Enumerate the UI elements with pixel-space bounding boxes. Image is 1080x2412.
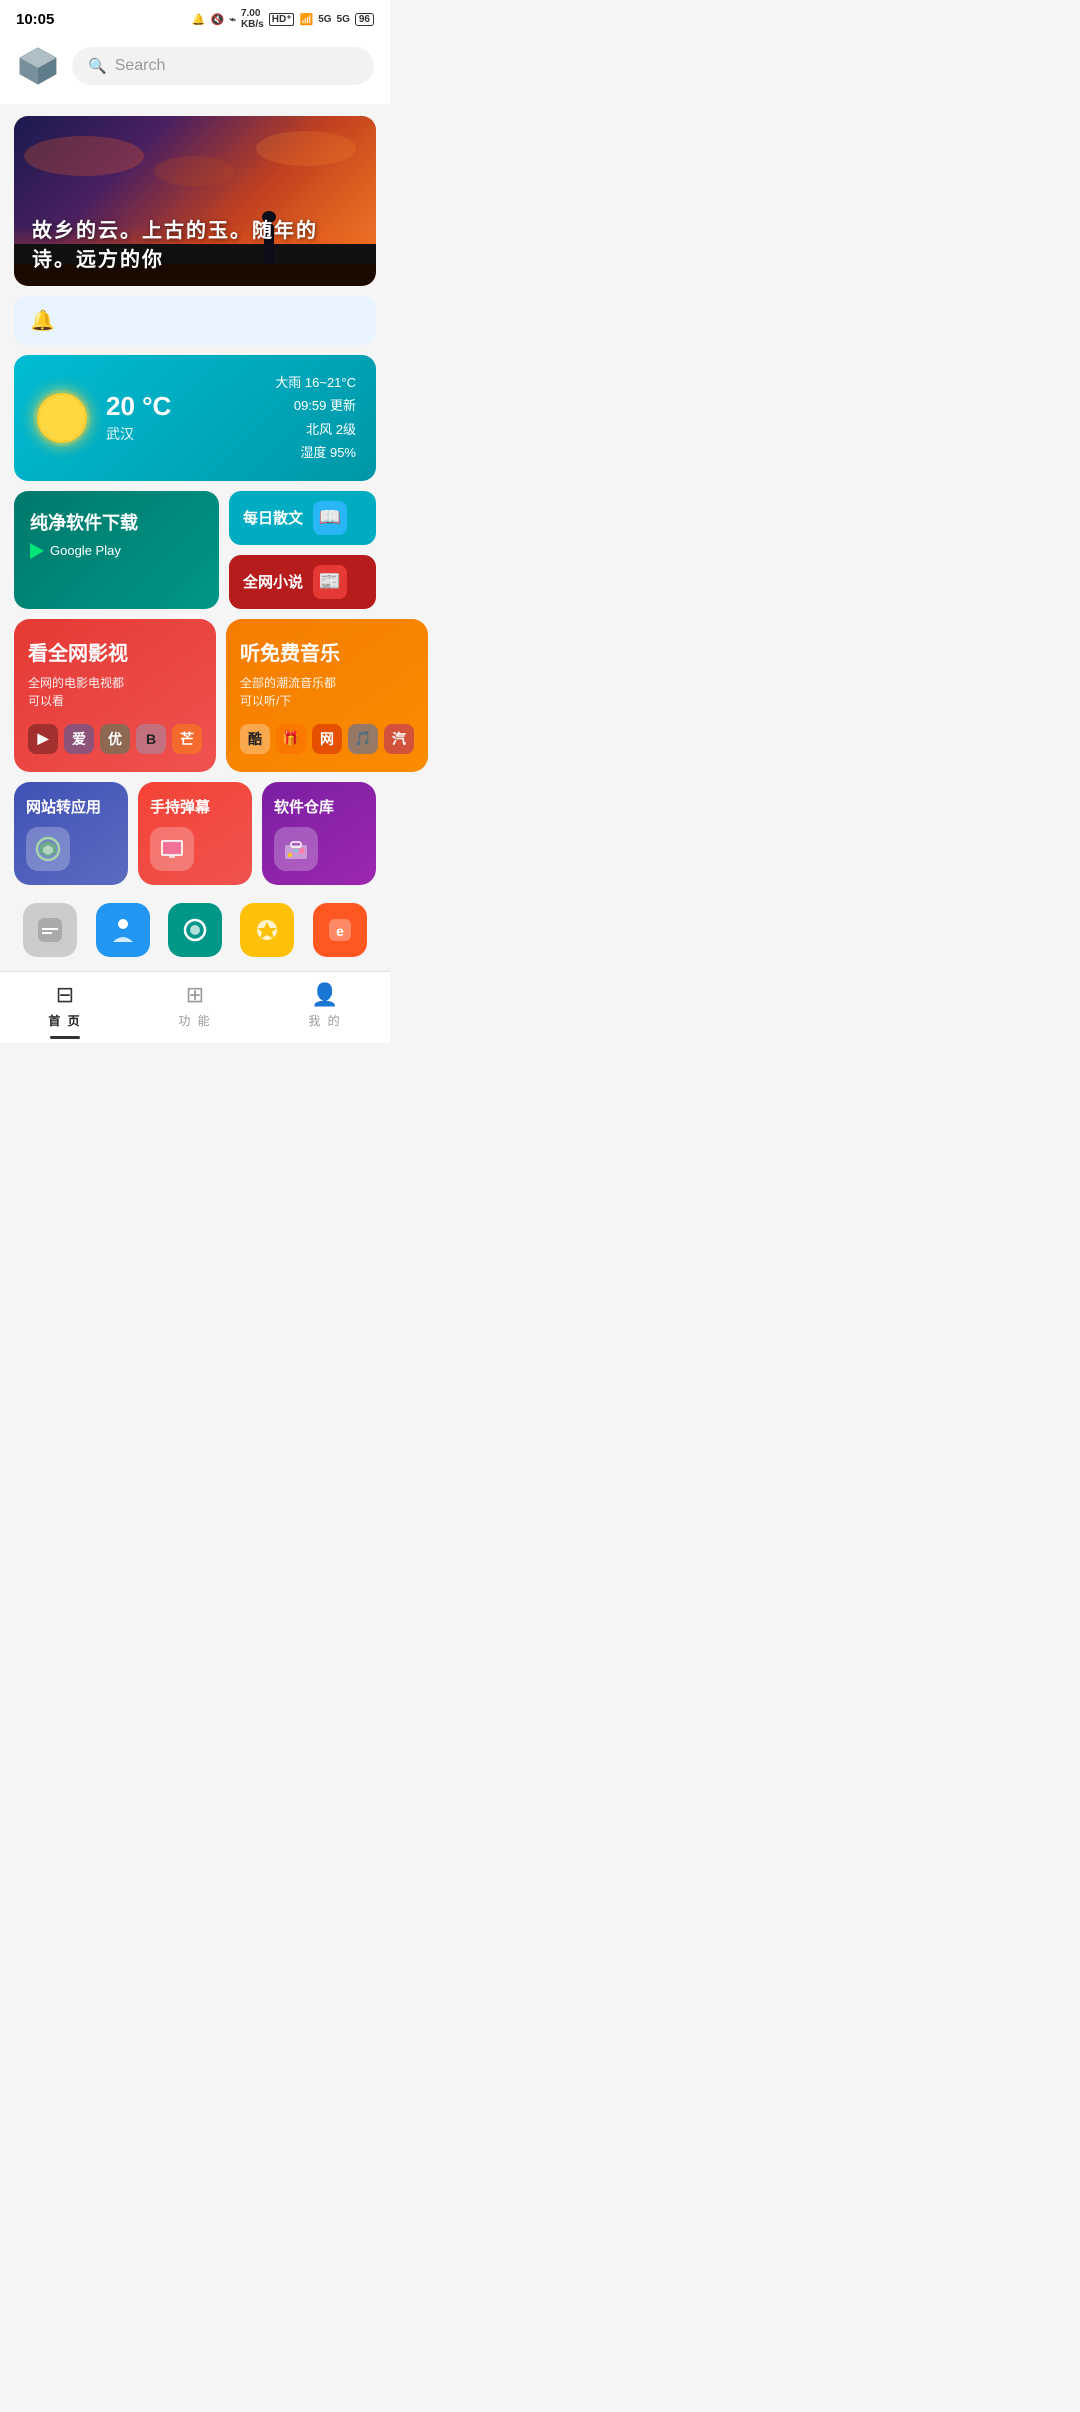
search-icon: 🔍 <box>88 57 107 75</box>
bottom-nav: ⊟ 首 页 ⊞ 功 能 👤 我 的 <box>0 971 390 1043</box>
status-time: 10:05 <box>16 11 54 28</box>
status-icons: 🔔 🔇 ⌁ 7.00KB/s HD⁺ 📶 5G 5G 96 <box>192 8 374 30</box>
music-tile-title: 听免费音乐 <box>240 637 414 666</box>
daily-essay-tile[interactable]: 每日散文 📖 <box>229 491 376 545</box>
weather-card[interactable]: 20 °C 武汉 大雨 16~21°C 09:59 更新 北风 2级 湿度 95… <box>14 355 376 481</box>
weather-city: 武汉 <box>106 424 171 444</box>
nav-functions-label: 功 能 <box>178 1012 211 1029</box>
qiche-icon: 汽 <box>384 724 414 754</box>
software-warehouse-icon <box>274 827 318 871</box>
music-tile[interactable]: 听免费音乐 全部的潮流音乐都可以听/下 酷 🎁 网 🎵 汽 <box>226 619 428 772</box>
app-logo-icon <box>16 44 60 88</box>
mango-icon: 芒 <box>172 724 202 754</box>
banner-overlay: 故乡的云。上古的玉。随年的诗。远方的你 <box>14 200 376 286</box>
app-strip-item-5[interactable]: e <box>313 903 367 957</box>
video-tile-title: 看全网影视 <box>28 637 202 666</box>
banner[interactable]: 故乡的云。上古的玉。随年的诗。远方的你 <box>14 116 376 286</box>
weather-sun-icon <box>34 390 90 446</box>
play-icon <box>30 543 44 559</box>
all-novels-tile[interactable]: 全网小说 📰 <box>229 555 376 609</box>
bilibili-icon: B <box>136 724 166 754</box>
netease-icon: 网 <box>312 724 342 754</box>
nav-home-label: 首 页 <box>48 1012 81 1029</box>
music-tile-desc: 全部的潮流音乐都可以听/下 <box>240 674 414 710</box>
danmaku-tile[interactable]: 手持弹幕 <box>138 782 252 886</box>
gift-icon: 🎁 <box>276 724 306 754</box>
main-content: 故乡的云。上古的玉。随年的诗。远方的你 🔔 20 °C 武汉 大雨 16~21°… <box>0 104 390 971</box>
nav-functions[interactable]: ⊞ 功 能 <box>130 982 260 1029</box>
quick-tiles-row: 纯净软件下载 Google Play 每日散文 📖 全网小说 📰 <box>14 491 376 609</box>
website-app-tile[interactable]: 网站转应用 <box>14 782 128 886</box>
news-icon: 📰 <box>313 565 347 599</box>
website-app-icon <box>26 827 70 871</box>
weather-details: 大雨 16~21°C 09:59 更新 北风 2级 湿度 95% <box>275 371 356 465</box>
app-strip-item-2[interactable] <box>96 903 150 957</box>
weather-wind: 北风 2级 <box>275 418 356 441</box>
notification-bell-icon: 🔔 <box>30 308 55 333</box>
danmaku-icon <box>150 827 194 871</box>
app-strip: e <box>14 895 376 959</box>
kuwo-icon: 酷 <box>240 724 270 754</box>
weather-humidity: 湿度 95% <box>275 441 356 464</box>
nav-home-indicator <box>50 1036 80 1039</box>
nav-mine-label: 我 的 <box>308 1012 341 1029</box>
weather-temperature: 20 °C <box>106 391 171 422</box>
mine-icon: 👤 <box>311 982 338 1008</box>
video-tile[interactable]: 看全网影视 全网的电影电视都可以看 ▶ 爱 优 B 芒 <box>14 619 216 772</box>
home-icon: ⊟ <box>56 982 74 1008</box>
book-icon: 📖 <box>313 501 347 535</box>
search-bar[interactable]: 🔍 Search <box>72 47 374 85</box>
software-warehouse-label: 软件仓库 <box>274 798 334 818</box>
daily-essay-label: 每日散文 <box>243 507 303 528</box>
danmaku-label: 手持弹幕 <box>150 798 210 818</box>
bottom-tiles-row: 网站转应用 手持弹幕 软件仓库 <box>14 782 376 886</box>
nav-home[interactable]: ⊟ 首 页 <box>0 982 130 1029</box>
banner-text: 故乡的云。上古的玉。随年的诗。远方的你 <box>32 214 358 272</box>
svg-text:e: e <box>336 923 344 939</box>
software-warehouse-tile[interactable]: 软件仓库 <box>262 782 376 886</box>
google-play-title: 纯净软件下载 <box>30 509 203 535</box>
youku-icon: 优 <box>100 724 130 754</box>
notification-bar[interactable]: 🔔 <box>14 296 376 345</box>
aiqiyi2-icon: 爱 <box>64 724 94 754</box>
video-tile-desc: 全网的电影电视都可以看 <box>28 674 202 710</box>
big-tiles-row: 看全网影视 全网的电影电视都可以看 ▶ 爱 优 B 芒 听免费音乐 全部的潮流音… <box>14 619 376 772</box>
app-strip-item-4[interactable] <box>240 903 294 957</box>
status-bar: 10:05 🔔 🔇 ⌁ 7.00KB/s HD⁺ 📶 5G 5G 96 <box>0 0 390 36</box>
google-play-label: Google Play <box>50 543 121 558</box>
functions-icon: ⊞ <box>186 982 204 1008</box>
app-strip-item-1[interactable] <box>23 903 77 957</box>
right-tiles-col: 每日散文 📖 全网小说 📰 <box>229 491 376 609</box>
nav-mine[interactable]: 👤 我 的 <box>260 982 390 1029</box>
video-app-icons: ▶ 爱 优 B 芒 <box>28 724 202 754</box>
website-app-label: 网站转应用 <box>26 798 101 818</box>
weather-condition: 大雨 16~21°C <box>275 371 356 394</box>
google-play-tile[interactable]: 纯净软件下载 Google Play <box>14 491 219 609</box>
iqiyi-icon: ▶ <box>28 724 58 754</box>
weather-primary: 20 °C 武汉 <box>106 391 171 444</box>
search-placeholder: Search <box>115 57 166 75</box>
header: 🔍 Search <box>0 36 390 104</box>
all-novels-label: 全网小说 <box>243 571 303 592</box>
qqmusic-icon: 🎵 <box>348 724 378 754</box>
weather-update: 09:59 更新 <box>275 394 356 417</box>
music-app-icons: 酷 🎁 网 🎵 汽 <box>240 724 414 754</box>
google-play-badge: Google Play <box>30 543 203 559</box>
app-strip-item-3[interactable] <box>168 903 222 957</box>
